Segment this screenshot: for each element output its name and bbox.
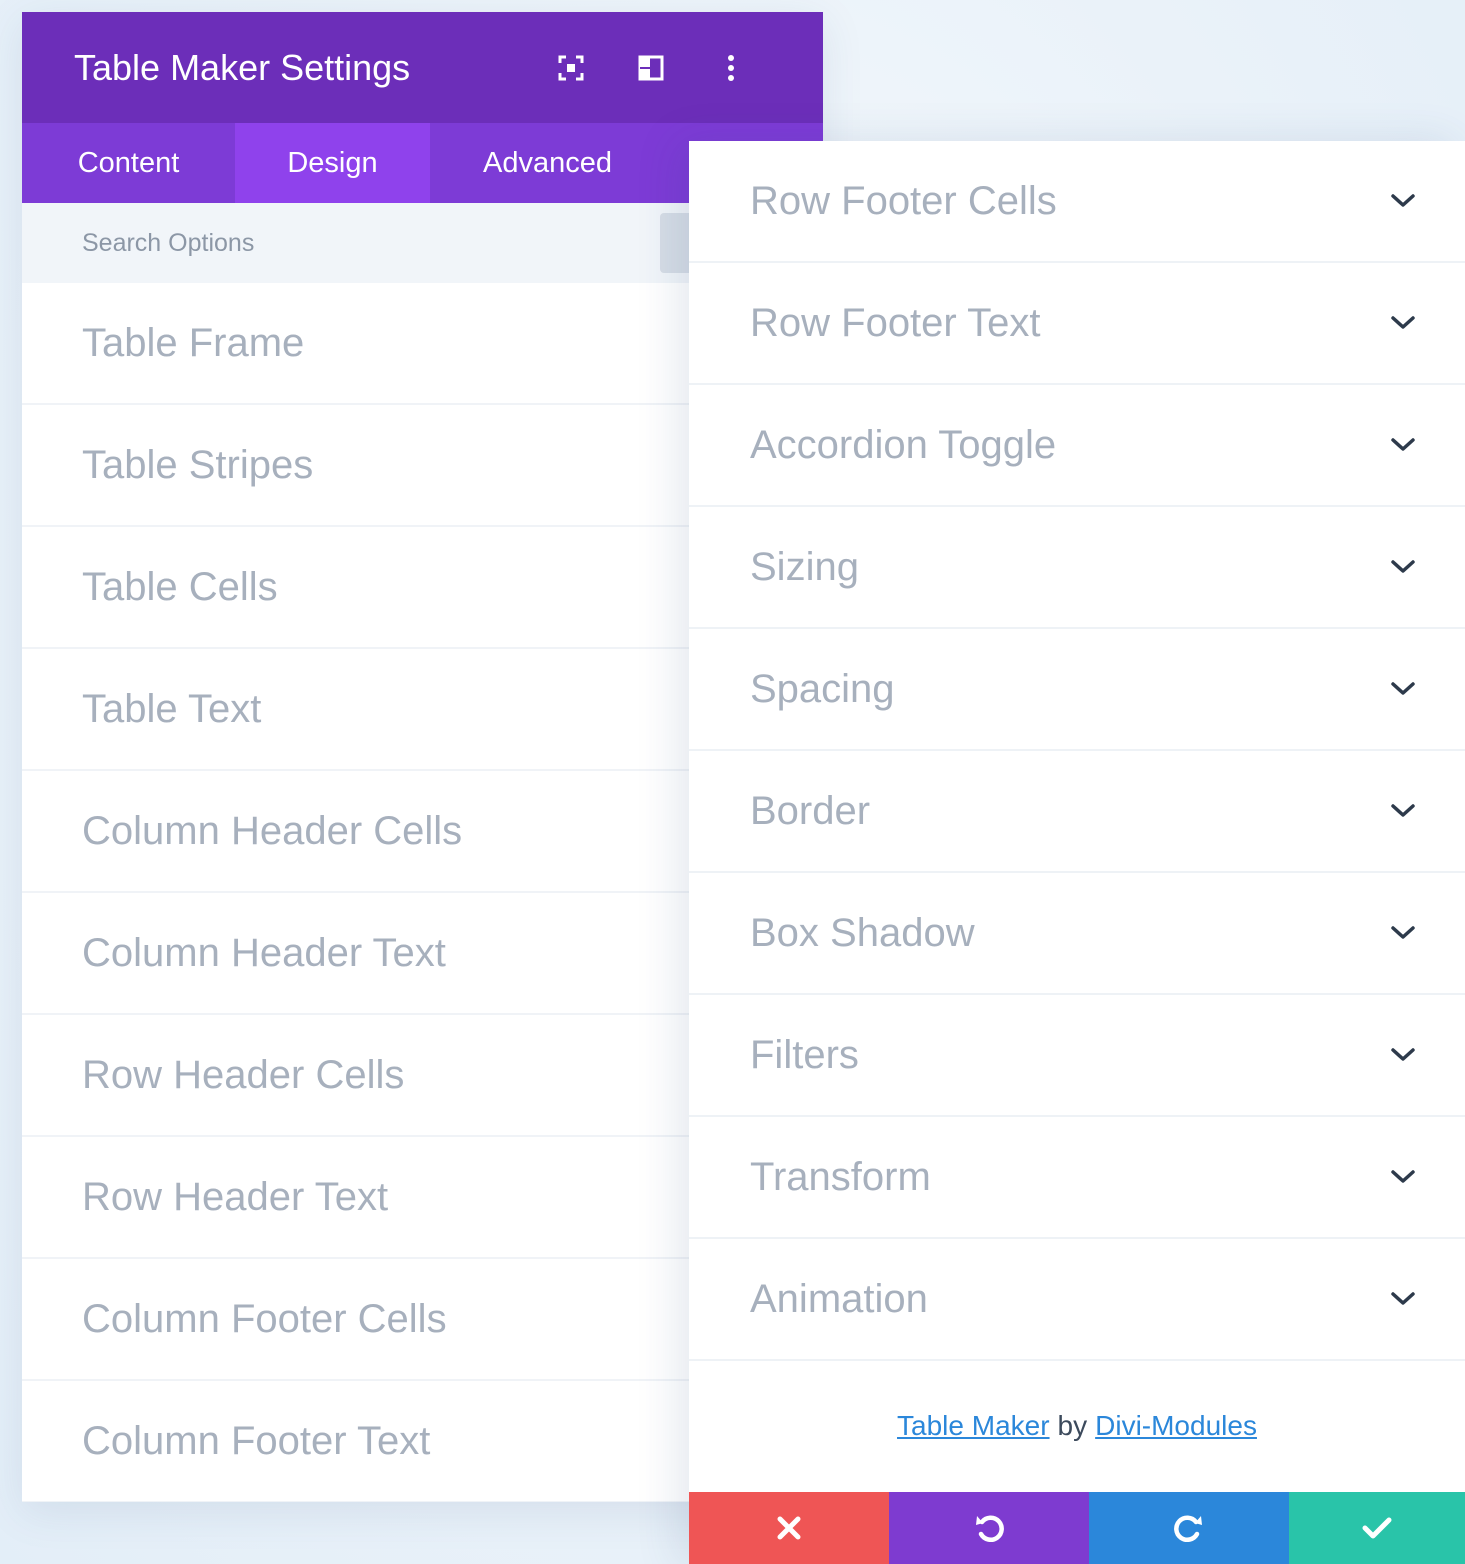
author-link[interactable]: Divi-Modules — [1095, 1410, 1257, 1442]
modal-header: Table Maker Settings — [22, 12, 823, 123]
option-group-label: Sizing — [750, 544, 859, 589]
chevron-down-icon — [1391, 926, 1415, 940]
option-group-box-shadow[interactable]: Box Shadow — [689, 873, 1465, 995]
option-group-row-footer-cells[interactable]: Row Footer Cells — [689, 141, 1465, 263]
chevron-down-icon — [1391, 1048, 1415, 1062]
option-group-label: Row Footer Text — [750, 300, 1041, 345]
option-group-label: Filters — [750, 1032, 859, 1077]
focus-icon[interactable] — [531, 38, 611, 98]
chevron-down-icon — [1391, 316, 1415, 330]
tab-advanced[interactable]: Advanced — [430, 123, 665, 203]
option-group-sizing[interactable]: Sizing — [689, 507, 1465, 629]
builder-stage: Table Maker Settings Content Design Adva… — [0, 0, 1465, 1564]
option-group-row-footer-text[interactable]: Row Footer Text — [689, 263, 1465, 385]
option-group-label: Accordion Toggle — [750, 422, 1057, 467]
tab-design[interactable]: Design — [235, 123, 430, 203]
option-group-animation[interactable]: Animation — [689, 1239, 1465, 1361]
option-group-label: Spacing — [750, 666, 895, 711]
chevron-down-icon — [1391, 1292, 1415, 1306]
option-group-transform[interactable]: Transform — [689, 1117, 1465, 1239]
search-input[interactable] — [82, 228, 642, 258]
discard-button[interactable] — [689, 1492, 889, 1564]
product-link[interactable]: Table Maker — [897, 1410, 1050, 1442]
chevron-down-icon — [1391, 438, 1415, 452]
option-group-label: Transform — [750, 1154, 931, 1199]
header-actions — [531, 38, 771, 98]
redo-button[interactable] — [1089, 1492, 1289, 1564]
settings-modal-continued: Row Footer Cells Row Footer Text Accordi… — [689, 141, 1465, 1564]
undo-icon — [976, 1515, 1004, 1542]
option-group-label: Border — [750, 788, 871, 833]
option-group-accordion-toggle[interactable]: Accordion Toggle — [689, 385, 1465, 507]
chevron-down-icon — [1391, 194, 1415, 208]
option-group-spacing[interactable]: Spacing — [689, 629, 1465, 751]
close-icon — [777, 1516, 801, 1540]
more-options-icon[interactable] — [691, 38, 771, 98]
tab-content[interactable]: Content — [22, 123, 235, 203]
check-icon — [1362, 1517, 1392, 1539]
modal-action-bar — [689, 1492, 1465, 1564]
option-group-label: Row Footer Cells — [750, 178, 1057, 223]
redo-icon — [1174, 1515, 1202, 1542]
option-group-label: Animation — [750, 1276, 928, 1321]
chevron-down-icon — [1391, 804, 1415, 818]
save-button[interactable] — [1289, 1492, 1465, 1564]
modal-title: Table Maker Settings — [74, 46, 411, 88]
module-credit: Table Maker by Divi-Modules — [689, 1361, 1465, 1491]
option-group-filters[interactable]: Filters — [689, 995, 1465, 1117]
split-view-icon[interactable] — [611, 38, 691, 98]
chevron-down-icon — [1391, 682, 1415, 696]
undo-button[interactable] — [889, 1492, 1089, 1564]
option-group-label: Box Shadow — [750, 910, 975, 955]
credit-by-text: by — [1057, 1410, 1088, 1441]
chevron-down-icon — [1391, 560, 1415, 574]
chevron-down-icon — [1391, 1170, 1415, 1184]
option-group-border[interactable]: Border — [689, 751, 1465, 873]
